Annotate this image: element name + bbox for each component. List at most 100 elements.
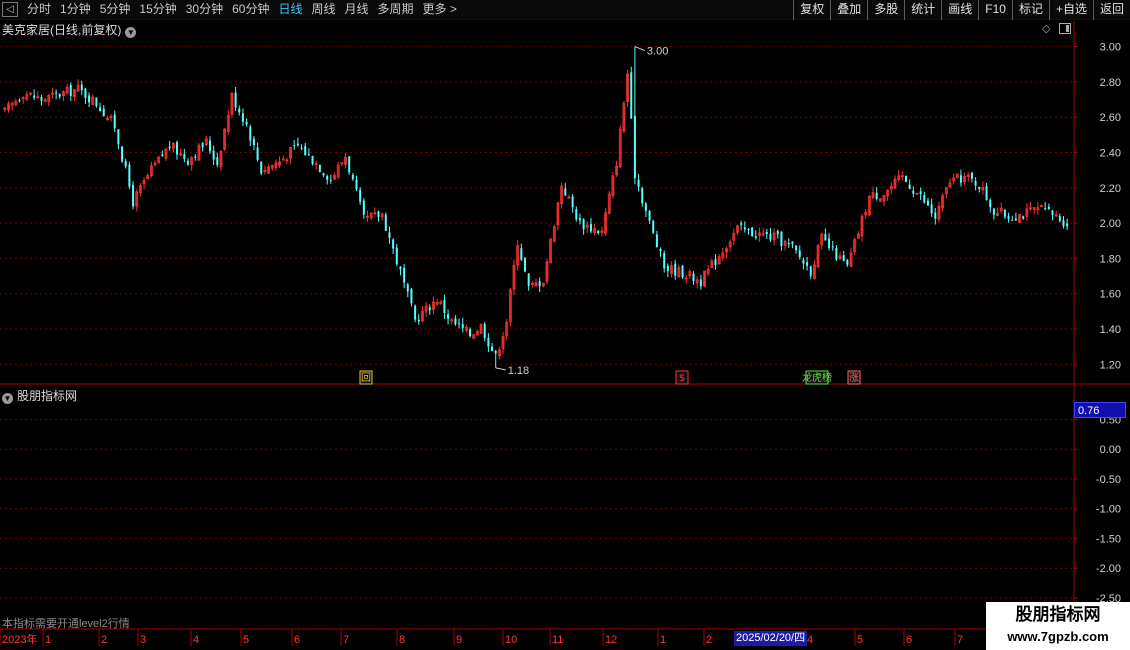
date-tick-label: 7 — [343, 634, 349, 646]
back-icon[interactable]: ◁ — [2, 2, 18, 17]
candle-body — [58, 94, 61, 97]
candle-body — [216, 157, 219, 165]
period-tabs: 分时 1分钟 5分钟 15分钟 30分钟 60分钟 日线 周线 月线 多周期 更… — [27, 0, 466, 20]
candle-body — [1014, 218, 1017, 221]
chevron-down-icon[interactable]: ▼ — [125, 27, 137, 38]
candle-body — [578, 218, 581, 221]
chevron-down-icon[interactable]: ▼ — [2, 393, 13, 404]
candle-body — [406, 284, 409, 292]
candle-body — [1062, 220, 1065, 227]
date-tick-label: 5 — [243, 634, 249, 646]
price-tick-label: 1.40 — [1100, 324, 1121, 336]
candle-body — [970, 172, 973, 179]
panel-toggle-icon[interactable] — [1059, 23, 1071, 34]
fuquan-button[interactable]: 复权 — [793, 0, 830, 20]
mark-button[interactable]: 标记 — [1011, 0, 1049, 20]
tab-daily[interactable]: 日线 — [278, 0, 302, 20]
candle-body — [293, 145, 296, 147]
date-tick-label: 8 — [399, 634, 405, 646]
return-button[interactable]: 返回 — [1092, 0, 1130, 20]
candle-body — [351, 175, 354, 180]
tab-monthly[interactable]: 月线 — [345, 0, 369, 20]
multi-stock-button[interactable]: 多股 — [867, 0, 904, 20]
annotations: 3.00 1.18 回 $ 龙虎榜 涨 — [359, 46, 861, 385]
candle-body — [809, 266, 812, 276]
candle-body — [589, 224, 592, 232]
candle-body — [520, 248, 523, 260]
tab-1min[interactable]: 1分钟 — [60, 0, 91, 20]
date-tick-label: 6 — [906, 634, 912, 646]
date-axis: 2023年1234567891011121234567 — [0, 630, 963, 646]
tab-fenshi[interactable]: 分时 — [27, 0, 51, 20]
candle-body — [674, 263, 677, 276]
indicator-name: 股朋指标网 — [17, 389, 78, 403]
date-tick-label: 2 — [706, 634, 712, 646]
high-price-label: 3.00 — [647, 46, 668, 58]
candle-body — [655, 234, 658, 248]
candle-body — [113, 114, 116, 129]
candle-body — [648, 211, 651, 221]
candle-body — [630, 72, 633, 119]
date-cursor-label: 2025/02/20/四 — [734, 631, 808, 646]
candle-body — [80, 84, 83, 91]
date-tick-label: 7 — [957, 634, 963, 646]
price-tick-label: 2.80 — [1100, 77, 1121, 89]
candle-body — [458, 323, 461, 325]
date-tick-label: 6 — [294, 634, 300, 646]
candle-body — [564, 188, 567, 196]
f10-button[interactable]: F10 — [978, 0, 1012, 20]
candle-body — [747, 228, 750, 230]
candle-body — [795, 245, 798, 251]
event-marker-label: 涨 — [849, 372, 859, 384]
candle-body — [802, 259, 805, 264]
diamond-icon[interactable]: ◇ — [1042, 22, 1050, 35]
candle-body — [985, 186, 988, 201]
candle-body — [831, 246, 834, 248]
tab-weekly[interactable]: 周线 — [311, 0, 335, 20]
candle-body — [414, 305, 417, 320]
candle-body — [124, 161, 127, 167]
date-tick-label: 2023年 — [2, 632, 37, 646]
overlay-button[interactable]: 叠加 — [830, 0, 867, 20]
candle-body — [919, 191, 922, 195]
tab-5min[interactable]: 5分钟 — [100, 0, 131, 20]
kline-chart[interactable]: 3.00 1.18 回 $ 龙虎榜 涨 3.00 2.80 2.60 2.40 2.20 2.00 1… — [0, 0, 1130, 650]
candle-body — [95, 97, 98, 106]
candle-body — [208, 140, 211, 152]
draw-line-button[interactable]: 画线 — [941, 0, 978, 20]
candle-body — [212, 150, 215, 160]
candle-body — [388, 232, 391, 238]
candle-body — [692, 273, 695, 282]
candle-body — [1007, 216, 1010, 219]
candle-body — [754, 236, 757, 238]
candle-body — [307, 154, 310, 156]
tab-more[interactable]: 更多 > — [423, 0, 457, 20]
add-watchlist-button[interactable]: +自选 — [1048, 0, 1093, 20]
candlestick-series — [3, 46, 1069, 368]
candle-body — [252, 138, 255, 146]
chart-title[interactable]: 美克家居(日线,前复权) ▼ — [2, 21, 137, 38]
tab-multi-period[interactable]: 多周期 — [378, 0, 414, 20]
tab-30min[interactable]: 30分钟 — [186, 0, 223, 20]
candle-body — [491, 346, 494, 351]
tab-15min[interactable]: 15分钟 — [139, 0, 176, 20]
candle-body — [908, 184, 911, 189]
candle-body — [989, 199, 992, 208]
tab-60min[interactable]: 60分钟 — [232, 0, 269, 20]
price-axis: 3.00 2.80 2.60 2.40 2.20 2.00 1.80 1.60 1.40 1.20 — [1074, 42, 1121, 371]
candle-body — [824, 234, 827, 241]
candle-body — [99, 107, 102, 112]
candle-body — [875, 192, 878, 200]
candle-body — [117, 129, 120, 145]
candle-body — [538, 281, 541, 287]
price-tick-label: 2.20 — [1100, 183, 1121, 195]
stats-button[interactable]: 统计 — [904, 0, 941, 20]
candle-body — [1003, 210, 1006, 217]
extreme-pointer — [634, 46, 646, 52]
candle-body — [377, 211, 380, 218]
candle-body — [787, 242, 790, 244]
candle-body — [699, 279, 702, 287]
candle-body — [1011, 219, 1014, 221]
candle-body — [201, 142, 204, 148]
indicator-title[interactable]: ▼ 股朋指标网 — [2, 387, 77, 404]
